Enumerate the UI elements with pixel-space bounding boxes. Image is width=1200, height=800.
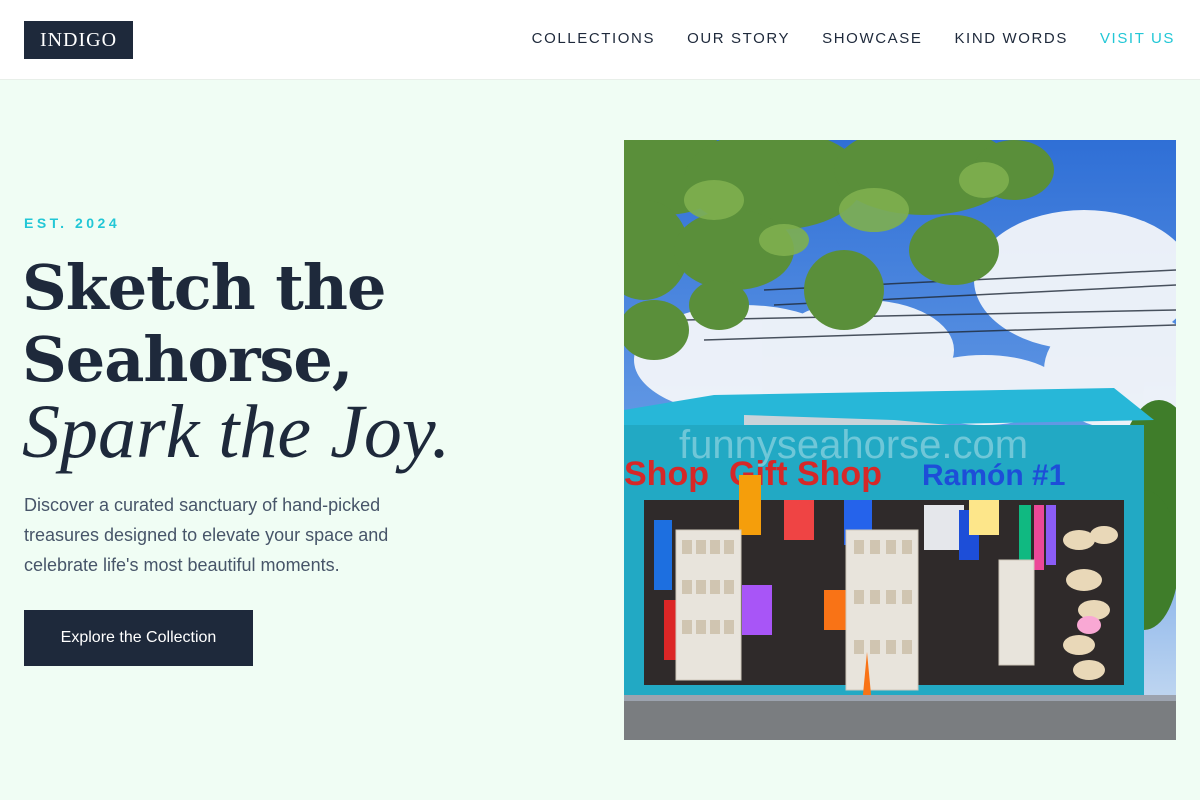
headline-line-1: Sketch the	[22, 251, 386, 324]
explore-collection-button[interactable]: Explore the Collection	[24, 610, 253, 666]
established-label: EST. 2024	[24, 215, 121, 231]
hero-image: Shop Gift Shop Ramón #1 funnyseahorse.co…	[624, 140, 1176, 740]
headline-line-2: Seahorse,	[22, 323, 353, 396]
nav-item-our-story[interactable]: OUR STORY	[687, 30, 790, 48]
hero-description: Discover a curated sanctuary of hand-pic…	[24, 495, 389, 575]
headline-line-3: Spark the Joy.	[22, 390, 451, 474]
hero-headline: Sketch the Seahorse, Spark the Joy.	[22, 251, 451, 474]
nav-item-showcase[interactable]: SHOWCASE	[822, 30, 922, 48]
brand-logo[interactable]: INDIGO	[24, 21, 133, 59]
nav-item-visit-us[interactable]: VISIT US	[1100, 30, 1175, 48]
nav-item-kind-words[interactable]: KIND WORDS	[954, 30, 1068, 48]
site-header: INDIGO COLLECTIONS OUR STORY SHOWCASE KI…	[0, 0, 1200, 80]
main-nav: COLLECTIONS OUR STORY SHOWCASE KIND WORD…	[532, 30, 1175, 48]
nav-item-collections[interactable]: COLLECTIONS	[532, 30, 655, 48]
image-watermark: funnyseahorse.com	[679, 423, 1028, 467]
